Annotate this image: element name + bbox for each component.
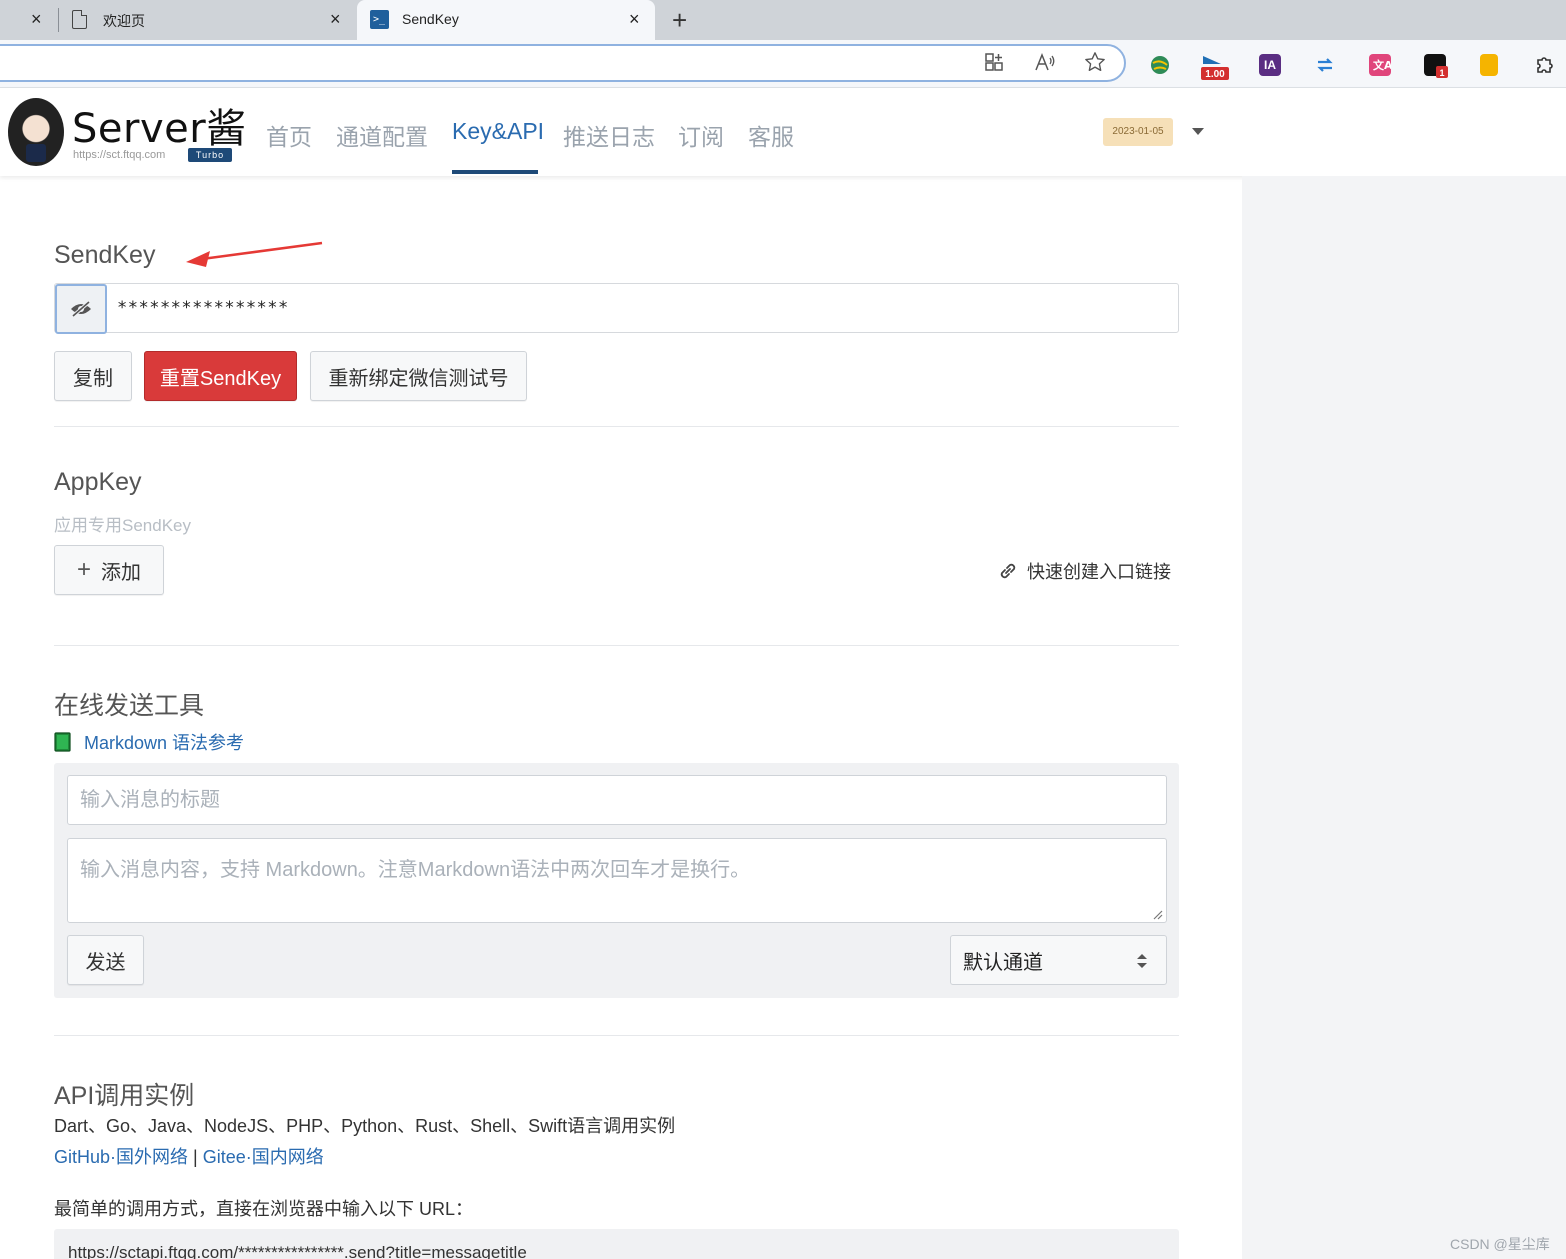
toggle-visibility-button[interactable] [55, 284, 107, 334]
sendkey-masked-value: **************** [117, 298, 289, 318]
notify-badge-text: 1 [1439, 68, 1444, 78]
read-aloud-icon[interactable] [1034, 52, 1056, 78]
speed-badge-text: 1.00 [1205, 69, 1225, 80]
nav-key-api[interactable]: Key&API [452, 118, 544, 145]
sendkey-title: SendKey [54, 241, 156, 269]
sendkey-field[interactable]: **************** [54, 283, 1179, 334]
resize-handle-icon[interactable] [1153, 910, 1163, 920]
add-label: 添加 [101, 561, 141, 584]
api-repo-links: GitHub·国外网络 | Gitee·国内网络 [54, 1143, 324, 1169]
send-tool-panel: 输入消息的标题 输入消息内容，支持 Markdown。注意Markdown语法中… [54, 763, 1179, 998]
appkey-title: AppKey [54, 468, 142, 496]
quick-create-label: 快速创建入口链接 [1027, 562, 1171, 582]
avatar [8, 98, 64, 166]
tab-title: SendKey [402, 11, 459, 27]
close-icon[interactable]: × [330, 9, 341, 30]
notify-extension-icon[interactable]: 1 [1424, 54, 1448, 78]
sync-extension-icon[interactable] [1314, 54, 1336, 76]
note-extension-icon[interactable] [1480, 54, 1498, 76]
channel-select[interactable]: 默认通道 [950, 935, 1167, 985]
favorite-star-icon[interactable] [1084, 51, 1106, 79]
address-bar[interactable] [0, 44, 1126, 82]
markdown-reference-label: Markdown 语法参考 [84, 733, 245, 753]
close-icon[interactable]: × [629, 9, 640, 30]
nav-support[interactable]: 客服 [748, 118, 794, 152]
split-screen-icon[interactable] [984, 52, 1004, 78]
appkey-subtitle: 应用专用SendKey [54, 516, 191, 535]
edition-badge: Turbo [188, 148, 232, 162]
copy-button[interactable]: 复制 [54, 351, 132, 401]
nav-channel-config[interactable]: 通道配置 [336, 118, 428, 152]
globe-extension-icon[interactable] [1149, 54, 1171, 76]
section-divider [54, 426, 1179, 427]
eye-slash-icon [71, 300, 91, 318]
annotation-arrow-icon [186, 241, 323, 267]
quick-create-link[interactable]: 快速创建入口链接 [997, 558, 1171, 584]
nav-subscribe[interactable]: 订阅 [678, 118, 724, 152]
api-languages-text: Dart、Go、Java、NodeJS、PHP、Python、Rust、Shel… [54, 1116, 676, 1136]
nav-push-log[interactable]: 推送日志 [563, 118, 655, 152]
send-button[interactable]: 发送 [67, 935, 144, 985]
rebind-wechat-button[interactable]: 重新绑定微信测试号 [310, 351, 527, 401]
example-url-code: https://sctapi.ftqq.com/****************… [54, 1229, 1179, 1259]
nav-home[interactable]: 首页 [266, 118, 312, 152]
reset-sendkey-button[interactable]: 重置SendKey [144, 351, 297, 401]
ia-extension-icon[interactable]: IA [1259, 54, 1281, 76]
tab-welcome[interactable]: × 欢迎页 × [0, 0, 355, 40]
speed-extension-icon[interactable]: 1.00 [1201, 54, 1229, 80]
right-sidebar [1242, 176, 1566, 1259]
puzzle-extension-icon[interactable] [1534, 54, 1556, 76]
brand-url: https://sct.ftqq.com [73, 149, 166, 161]
new-tab-button[interactable]: + [672, 5, 687, 36]
message-content-textarea[interactable]: 输入消息内容，支持 Markdown。注意Markdown语法中两次回车才是换行… [67, 838, 1167, 923]
tab-separator [58, 8, 59, 32]
expiry-date-badge: 2023-01-05 [1103, 118, 1173, 146]
gitee-link[interactable]: Gitee·国内网络 [203, 1147, 324, 1167]
terminal-icon: >_ [370, 10, 389, 29]
chevron-down-icon[interactable] [1192, 128, 1204, 135]
simple-usage-text: 最简单的调用方式，直接在浏览器中输入以下 URL： [54, 1199, 474, 1219]
page-icon [72, 10, 87, 29]
message-title-input[interactable]: 输入消息的标题 [67, 775, 1167, 825]
translate-extension-icon[interactable]: 文A [1369, 54, 1393, 76]
link-separator: | [193, 1147, 198, 1167]
close-icon[interactable]: × [31, 9, 42, 30]
browser-toolbar: 1.00 IA 文A 1 [0, 40, 1566, 88]
link-icon [1000, 563, 1016, 579]
tab-title: 欢迎页 [103, 13, 145, 29]
browser-tab-bar: × 欢迎页 × >_ SendKey × + [0, 0, 1566, 40]
tab-sendkey[interactable]: >_ SendKey × [357, 0, 655, 40]
site-header: Server酱 https://sct.ftqq.com Turbo 首页 通道… [0, 88, 1566, 176]
plus-icon: + [76, 556, 91, 583]
markdown-reference-link[interactable]: Markdown 语法参考 [54, 729, 244, 755]
brand-logo[interactable]: Server酱 [72, 96, 247, 154]
github-link[interactable]: GitHub·国外网络 [54, 1147, 188, 1167]
book-icon [54, 732, 71, 752]
active-nav-indicator [452, 170, 538, 174]
api-examples-title: API调用实例 [54, 1082, 195, 1110]
add-appkey-button[interactable]: + 添加 [54, 545, 164, 595]
section-divider [54, 645, 1179, 646]
select-arrows-icon [1137, 954, 1147, 968]
section-divider [54, 1035, 1179, 1036]
online-tool-title: 在线发送工具 [54, 692, 205, 720]
channel-select-value: 默认通道 [963, 951, 1043, 974]
svg-text:文A: 文A [1373, 58, 1391, 72]
watermark: CSDN @星尘库 [1450, 1236, 1550, 1252]
